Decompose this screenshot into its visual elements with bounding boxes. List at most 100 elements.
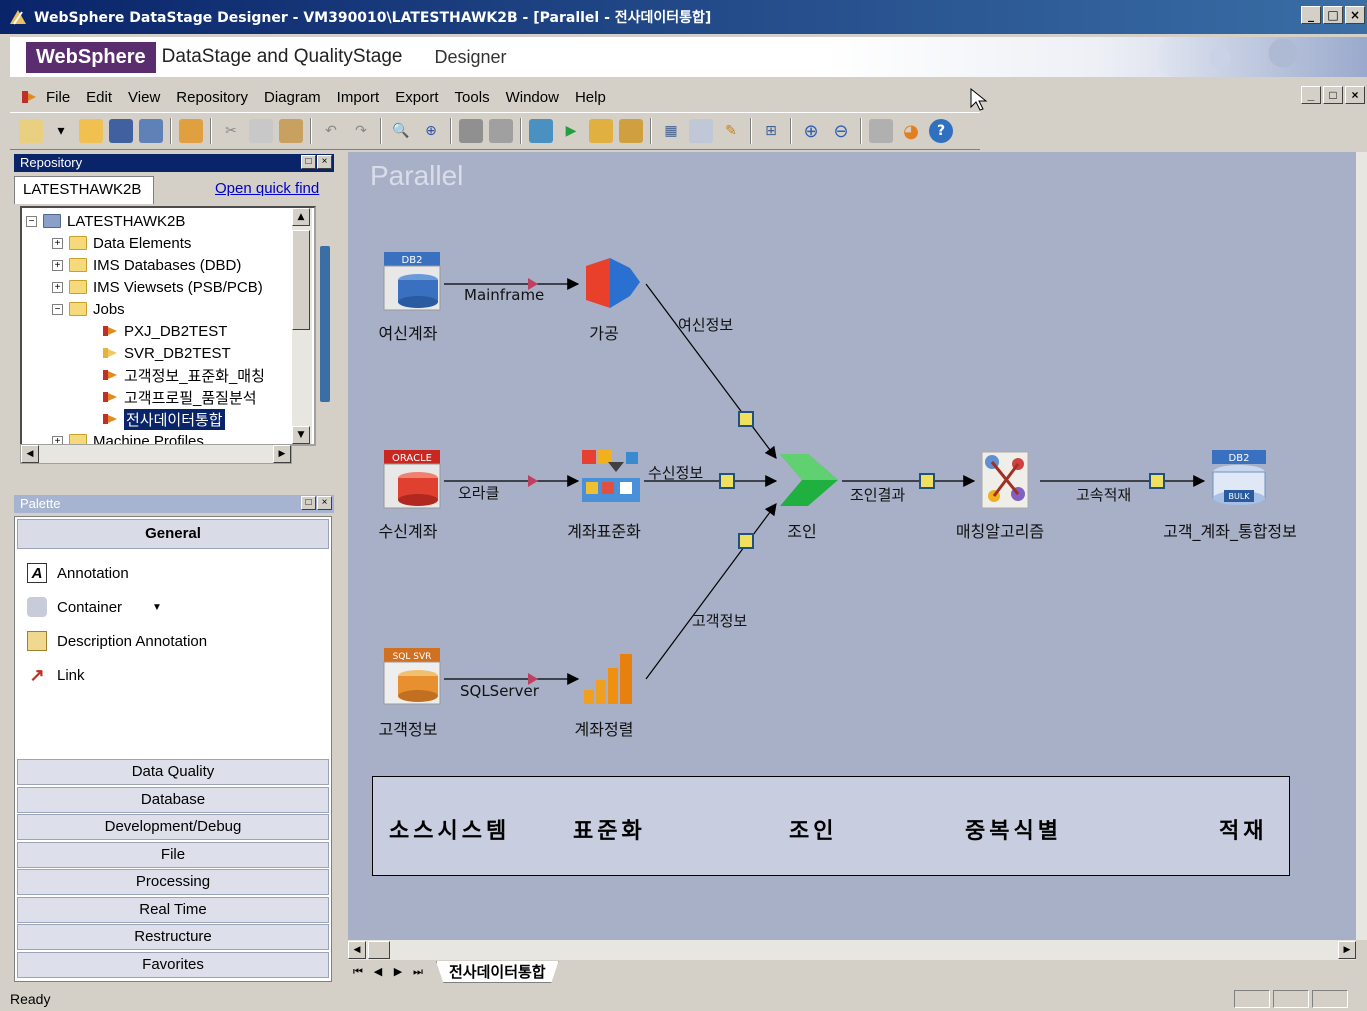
stage-standardize[interactable] [580, 448, 642, 504]
palette-close-button[interactable]: × [317, 496, 332, 510]
menu-export[interactable]: Export [395, 89, 438, 106]
menu-edit[interactable]: Edit [86, 89, 112, 106]
link-markers-icon[interactable]: ⊞ [759, 119, 783, 143]
canvas-vertical-scrollbar[interactable] [1356, 152, 1367, 940]
scroll-thumb[interactable] [368, 941, 390, 959]
pie-chart-icon[interactable]: ◕ [899, 119, 923, 143]
repository-horizontal-scrollbar[interactable]: ◀ ▶ [20, 444, 292, 464]
prev-sheet-icon[interactable]: ◀ [368, 962, 388, 982]
child-minimize-button[interactable]: _ [1301, 86, 1321, 104]
tree-item-job-pxj-db2test[interactable]: PXJ_DB2TEST [102, 320, 227, 342]
stage-transform[interactable] [582, 254, 642, 312]
tree-item-root[interactable]: − LATESTHAWK2B [26, 210, 185, 232]
palette-category-database[interactable]: Database [17, 787, 329, 813]
next-sheet-icon[interactable]: ▶ [388, 962, 408, 982]
close-button[interactable]: × [1345, 6, 1365, 24]
repository-close-button[interactable]: × [317, 155, 332, 169]
tree-item-data-elements[interactable]: + Data Elements [52, 232, 191, 254]
scroll-thumb[interactable] [292, 230, 310, 330]
tree-item-job-svr-db2test[interactable]: SVR_DB2TEST [102, 342, 231, 364]
scroll-right-icon[interactable]: ▶ [1338, 941, 1356, 959]
job-design-canvas[interactable]: Parallel DB2 여신계좌 가공 ORACLE 수신계좌 계좌표준화 S… [348, 152, 1356, 940]
stage-oracle-source[interactable]: ORACLE [382, 448, 442, 510]
palette-category-data-quality[interactable]: Data Quality [17, 759, 329, 785]
minimize-button[interactable]: _ [1301, 6, 1321, 24]
redo-icon[interactable]: ↷ [349, 119, 373, 143]
repository-vertical-scrollbar[interactable]: ▲ ▼ [292, 208, 312, 444]
properties-icon[interactable] [179, 119, 203, 143]
pane-splitter-handle[interactable] [320, 246, 330, 402]
scroll-left-icon[interactable]: ◀ [21, 445, 39, 463]
palette-category-restructure[interactable]: Restructure [17, 924, 329, 950]
tree-item-ims-databases[interactable]: + IMS Databases (DBD) [52, 254, 241, 276]
palette-category-general[interactable]: General [17, 519, 329, 549]
first-sheet-icon[interactable]: ⏮ [348, 962, 368, 982]
expand-icon[interactable]: + [52, 237, 63, 249]
palette-item-description-annotation[interactable]: Description Annotation [27, 629, 207, 653]
cut-icon[interactable]: ✂ [219, 119, 243, 143]
job-document-icon[interactable] [20, 88, 38, 106]
save-icon[interactable] [109, 119, 133, 143]
tree-item-jobs[interactable]: − Jobs [52, 298, 125, 320]
repository-tab[interactable]: LATESTHAWK2B [14, 176, 154, 204]
expand-icon[interactable]: + [52, 259, 63, 271]
repository-float-button[interactable]: □ [301, 155, 316, 169]
child-close-button[interactable]: × [1345, 86, 1365, 104]
find-icon[interactable]: 🔍 [389, 119, 413, 143]
palette-float-button[interactable]: □ [301, 496, 316, 510]
menu-view[interactable]: View [128, 89, 160, 106]
link-customer-info[interactable] [645, 503, 777, 680]
palette-category-development-debug[interactable]: Development/Debug [17, 814, 329, 840]
scroll-right-icon[interactable]: ▶ [273, 445, 291, 463]
new-job-icon[interactable] [19, 119, 43, 143]
paste-icon[interactable] [279, 119, 303, 143]
stage-sqlserver-source[interactable]: SQL SVR [382, 646, 442, 706]
child-restore-button[interactable]: □ [1323, 86, 1343, 104]
maximize-button[interactable]: □ [1323, 6, 1343, 24]
help-icon[interactable]: ? [929, 119, 953, 143]
stage-match[interactable] [980, 450, 1038, 510]
sheet-tab-active[interactable]: 전사데이터통합 [436, 961, 559, 983]
palette-item-container[interactable]: Container ▼ [27, 595, 162, 619]
undo-icon[interactable]: ↶ [319, 119, 343, 143]
zoom-in-icon[interactable]: ⊕ [799, 119, 823, 143]
palette-category-file[interactable]: File [17, 842, 329, 868]
palette-category-processing[interactable]: Processing [17, 869, 329, 895]
snap-icon[interactable] [689, 119, 713, 143]
tree-item-job-enterprise-integration[interactable]: 전사데이터통합 [102, 408, 225, 430]
open-quick-find-link[interactable]: Open quick find [215, 180, 319, 197]
palette-item-annotation[interactable]: A Annotation [27, 561, 129, 585]
zoom-out-icon[interactable]: ⊖ [829, 119, 853, 143]
scroll-up-icon[interactable]: ▲ [292, 208, 310, 226]
tree-item-job-profile-quality[interactable]: 고객프로필_품질분석 [102, 386, 257, 408]
palette-category-real-time[interactable]: Real Time [17, 897, 329, 923]
tree-item-ims-viewsets[interactable]: + IMS Viewsets (PSB/PCB) [52, 276, 263, 298]
zoom-icon[interactable]: ⊕ [419, 119, 443, 143]
stage-db2-target[interactable]: DB2 BULK [1208, 448, 1270, 510]
menu-window[interactable]: Window [506, 89, 559, 106]
menu-tools[interactable]: Tools [455, 89, 490, 106]
compile-icon[interactable] [459, 119, 483, 143]
menu-repository[interactable]: Repository [176, 89, 248, 106]
copy-icon[interactable] [249, 119, 273, 143]
tree-item-job-customer-standardize[interactable]: 고객정보_표준화_매칭 [102, 364, 265, 386]
phase-annotation-box[interactable]: 소스시스템 표준화 조인 중복식별 적재 [372, 776, 1290, 876]
print-icon[interactable] [869, 119, 893, 143]
collapse-icon[interactable]: − [26, 215, 37, 227]
canvas-horizontal-scrollbar[interactable]: ◀ ▶ [348, 940, 1356, 960]
stage-sort[interactable] [582, 646, 640, 706]
run-icon[interactable]: ▶ [559, 119, 583, 143]
open-icon[interactable] [79, 119, 103, 143]
grid-icon[interactable]: ▦ [659, 119, 683, 143]
director-icon[interactable] [529, 119, 553, 143]
palette-category-favorites[interactable]: Favorites [17, 952, 329, 978]
import-icon[interactable] [589, 119, 613, 143]
menu-help[interactable]: Help [575, 89, 606, 106]
scroll-left-icon[interactable]: ◀ [348, 941, 366, 959]
expand-icon[interactable]: + [52, 281, 63, 293]
stage-db2-source[interactable]: DB2 [382, 250, 442, 312]
dropdown-arrow-icon[interactable]: ▾ [49, 119, 73, 143]
menu-diagram[interactable]: Diagram [264, 89, 321, 106]
collapse-icon[interactable]: − [52, 303, 63, 315]
menu-file[interactable]: File [46, 89, 70, 106]
